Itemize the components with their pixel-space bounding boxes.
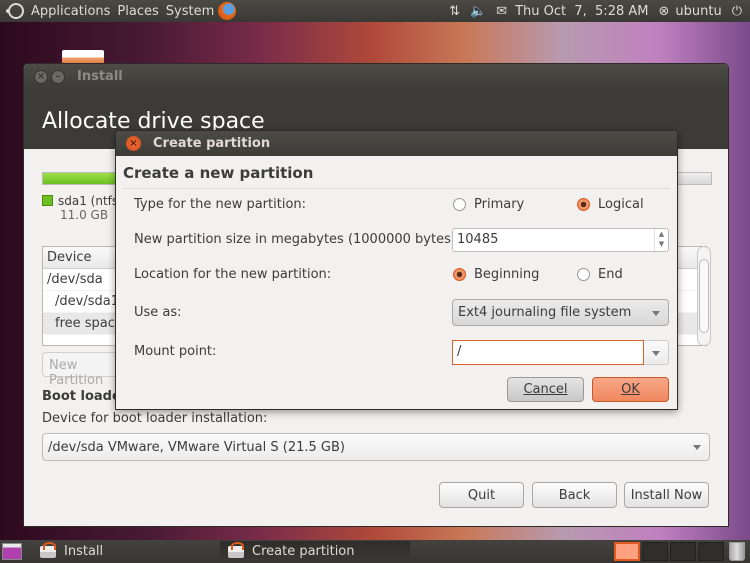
radio-circle-selected[interactable]: [577, 198, 590, 211]
radio-end[interactable]: End: [577, 267, 623, 282]
mount-label: Mount point:: [134, 344, 217, 359]
radio-primary[interactable]: Primary: [453, 197, 524, 212]
create-partition-dialog: × Create partition Create a new partitio…: [115, 130, 678, 410]
dialog-titlebar: × Create partition: [116, 131, 677, 156]
menu-places[interactable]: Places: [117, 4, 158, 19]
close-icon[interactable]: ×: [34, 69, 48, 84]
boot-loader-select[interactable]: /dev/sda VMware, VMware Virtual S (21.5 …: [42, 433, 710, 461]
user-status-icon[interactable]: ⊗: [658, 4, 669, 19]
close-icon[interactable]: ×: [126, 136, 141, 151]
workspace-1[interactable]: [614, 542, 640, 561]
radio-label: Beginning: [474, 267, 540, 282]
system-tray: ⇅ 🔈 ✉ Thu Oct 7, 5:28 AM ⊗ ubuntu ⏻: [449, 0, 750, 22]
radio-circle[interactable]: [453, 198, 466, 211]
mount-point-input[interactable]: /: [452, 340, 644, 365]
dialog-heading: Create a new partition: [123, 164, 314, 182]
use-as-value: Ext4 journaling file system: [458, 305, 632, 320]
legend-swatch: [42, 195, 53, 206]
boot-loader-label: Device for boot loader installation:: [42, 411, 268, 426]
bottom-panel: Install Create partition: [0, 540, 750, 563]
top-panel: Applications Places System ⇅ 🔈 ✉ Thu Oct…: [0, 0, 750, 22]
task-label: Install: [64, 544, 104, 559]
chevron-down-icon: [693, 445, 701, 450]
table-scrollbar[interactable]: [697, 246, 711, 346]
radio-label: Logical: [598, 197, 644, 212]
workspace-4[interactable]: [698, 542, 724, 561]
user-name[interactable]: ubuntu: [675, 4, 721, 19]
use-as-select[interactable]: Ext4 journaling file system: [452, 299, 669, 326]
cancel-button[interactable]: Cancel: [507, 377, 584, 402]
menu-applications[interactable]: Applications: [31, 4, 110, 19]
mount-point-dropdown[interactable]: [644, 340, 669, 365]
install-now-button[interactable]: Install Now: [624, 482, 709, 508]
ok-button[interactable]: OK: [592, 377, 669, 402]
dialog-title: Create partition: [153, 136, 271, 151]
chevron-down-icon: [652, 351, 660, 356]
taskbar-item-install[interactable]: Install: [32, 541, 217, 562]
radio-beginning[interactable]: Beginning: [453, 267, 539, 282]
partition-legend: sda1 (ntfs) 11.0 GB: [42, 194, 123, 222]
size-value: 10485: [457, 232, 499, 247]
radio-circle-selected[interactable]: [453, 268, 466, 281]
workspace-2[interactable]: [642, 542, 668, 561]
size-label: New partition size in megabytes (1000000…: [134, 232, 461, 247]
back-button[interactable]: Back: [532, 482, 617, 508]
radio-logical[interactable]: Logical: [577, 197, 644, 212]
mount-point-combo: /: [452, 340, 669, 365]
use-as-label: Use as:: [134, 305, 182, 320]
chevron-down-icon: [652, 311, 660, 316]
divider: [123, 188, 670, 189]
location-label: Location for the new partition:: [134, 267, 332, 282]
menu-system[interactable]: System: [166, 4, 214, 19]
network-icon[interactable]: ⇅: [449, 4, 460, 19]
install-titlebar: × – Install: [24, 64, 728, 89]
radio-label: Primary: [474, 197, 525, 212]
radio-circle[interactable]: [577, 268, 590, 281]
mail-icon[interactable]: ✉: [496, 4, 507, 19]
window-title: Install: [77, 69, 123, 84]
installer-icon: [40, 541, 56, 558]
scrollbar-thumb[interactable]: [699, 259, 709, 333]
power-icon[interactable]: ⏻: [732, 4, 742, 19]
task-label: Create partition: [252, 544, 355, 559]
ubuntu-logo-icon[interactable]: [6, 3, 24, 19]
type-label: Type for the new partition:: [134, 197, 307, 212]
spin-arrows[interactable]: ▲ ▼: [654, 229, 668, 251]
show-desktop-icon[interactable]: [2, 543, 22, 560]
firefox-icon[interactable]: [218, 2, 237, 20]
radio-label: End: [598, 267, 623, 282]
size-spinbutton[interactable]: 10485 ▲ ▼: [452, 228, 669, 252]
boot-loader-value: /dev/sda VMware, VMware Virtual S (21.5 …: [48, 440, 345, 455]
trash-icon[interactable]: [729, 542, 745, 561]
installer-icon: [228, 541, 244, 558]
legend-size: 11.0 GB: [60, 208, 109, 222]
legend-name: sda1 (ntfs): [58, 194, 123, 208]
clock[interactable]: Thu Oct 7, 5:28 AM: [515, 4, 648, 19]
minimize-icon[interactable]: –: [51, 69, 65, 84]
quit-button[interactable]: Quit: [439, 482, 524, 508]
volume-icon[interactable]: 🔈: [470, 4, 486, 19]
desktop-folder-icon[interactable]: [62, 50, 104, 64]
workspace-3[interactable]: [670, 542, 696, 561]
taskbar-item-create-partition[interactable]: Create partition: [220, 541, 410, 562]
